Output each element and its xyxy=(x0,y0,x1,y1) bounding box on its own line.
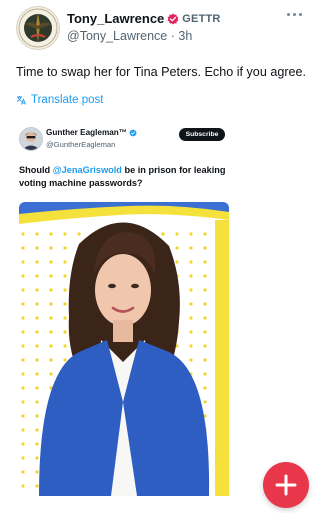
author-name-row: Tony_Lawrence GETTR xyxy=(67,11,221,26)
quoted-post-card[interactable]: Gunther Eagleman™ @GuntherEagleman Subsc… xyxy=(16,120,232,496)
verified-badge-icon xyxy=(167,13,179,24)
plus-icon xyxy=(275,474,297,496)
person-avatar-icon xyxy=(20,128,42,150)
quoted-post-image[interactable] xyxy=(19,202,229,496)
author-display-name[interactable]: Tony_Lawrence xyxy=(67,11,164,26)
author-avatar[interactable] xyxy=(16,6,60,50)
quoted-text-before: Should xyxy=(19,165,53,175)
author-handle-row: @Tony_Lawrence · 3h xyxy=(67,29,192,43)
mention-link[interactable]: @JenaGriswold xyxy=(53,165,122,175)
translate-post-link[interactable]: Translate post xyxy=(16,94,103,106)
translate-label: Translate post xyxy=(31,94,104,106)
quoted-author-display-name[interactable]: Gunther Eagleman™ xyxy=(46,128,127,137)
eagle-emblem-icon xyxy=(18,8,58,48)
quoted-author-avatar[interactable] xyxy=(19,127,43,151)
quoted-author-handle[interactable]: @GuntherEagleman xyxy=(46,140,115,149)
translate-icon xyxy=(16,96,26,105)
quoted-author-name-row: Gunther Eagleman™ xyxy=(46,128,137,137)
author-handle[interactable]: @Tony_Lawrence xyxy=(67,29,167,43)
post-text: Time to swap her for Tina Peters. Echo i… xyxy=(16,65,307,79)
compose-fab[interactable] xyxy=(263,462,309,508)
post-header: Tony_Lawrence GETTR @Tony_Lawrence · 3h xyxy=(0,0,318,56)
portrait-photo xyxy=(19,202,229,496)
more-horizontal-icon[interactable] xyxy=(287,11,303,19)
subscribe-button[interactable]: Subscribe xyxy=(179,128,225,141)
blue-verified-icon xyxy=(129,128,137,137)
quoted-post-text: Should @JenaGriswold be in prison for le… xyxy=(19,164,229,190)
handle-separator: · xyxy=(170,29,175,43)
post-time[interactable]: 3h xyxy=(178,29,192,43)
platform-badge: GETTR xyxy=(182,12,221,25)
